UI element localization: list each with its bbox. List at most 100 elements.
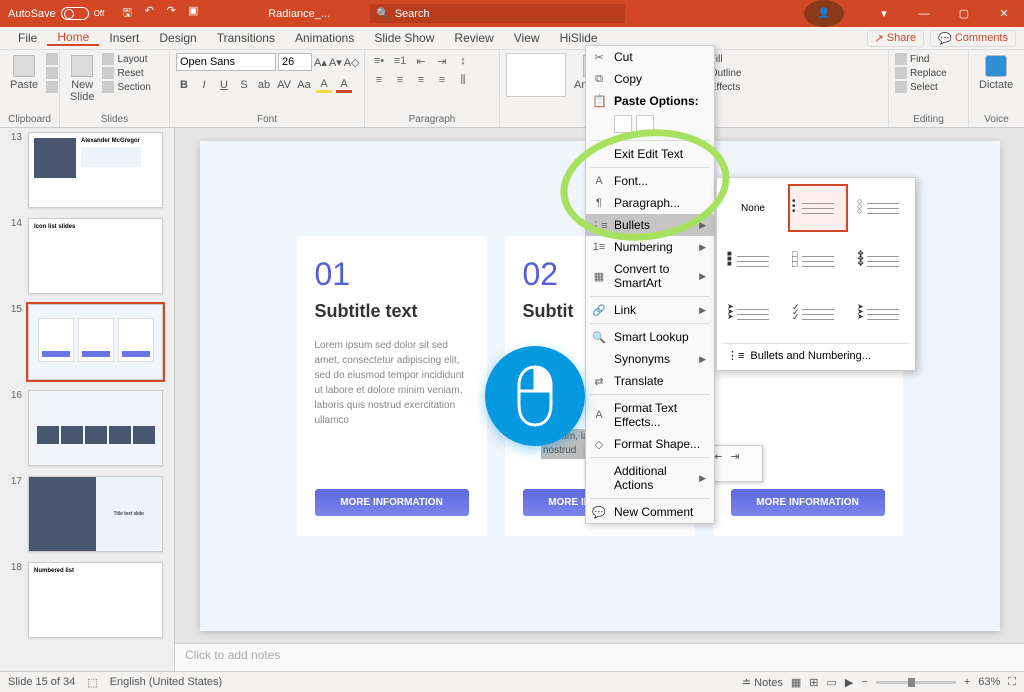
slide-thumb-17[interactable]: Title text slide xyxy=(28,476,163,552)
slide-thumb-16[interactable] xyxy=(28,390,163,466)
bold-button[interactable]: B xyxy=(176,77,192,93)
highlight-button[interactable]: A xyxy=(316,77,332,93)
ribbon-options-icon[interactable]: ▾ xyxy=(864,0,904,27)
font-color-button[interactable]: A xyxy=(336,77,352,93)
bullets-filled-square[interactable] xyxy=(723,237,783,285)
tab-file[interactable]: File xyxy=(8,31,47,45)
tab-insert[interactable]: Insert xyxy=(99,31,149,45)
minimize-button[interactable]: — xyxy=(904,0,944,27)
justify-icon[interactable]: ≡ xyxy=(434,72,450,88)
autosave-toggle[interactable]: AutoSave Off xyxy=(0,7,112,20)
search-box[interactable]: 🔍 Search xyxy=(370,4,625,23)
maximize-button[interactable]: ▢ xyxy=(944,0,984,27)
shadow-button[interactable]: ab xyxy=(256,77,272,93)
slide-thumb-15[interactable] xyxy=(28,304,163,380)
format-painter-icon[interactable] xyxy=(46,81,58,93)
normal-view-icon[interactable]: ▦ xyxy=(791,676,801,689)
notes-toggle[interactable]: ≐ Notes xyxy=(742,676,783,689)
menu-cut[interactable]: ✂Cut xyxy=(586,46,714,68)
tab-hislide[interactable]: HiSlide xyxy=(550,31,608,45)
menu-smart-lookup[interactable]: 🔍Smart Lookup xyxy=(586,326,714,348)
font-name-input[interactable] xyxy=(176,53,276,71)
reset-button[interactable]: Reset xyxy=(102,67,150,79)
user-avatar[interactable]: 👤 xyxy=(804,0,844,27)
font-size-input[interactable] xyxy=(278,53,312,71)
share-button[interactable]: ↗ Share xyxy=(867,30,925,47)
indent-dec-icon[interactable]: ⇤ xyxy=(413,53,429,69)
bullets-hollow-square[interactable] xyxy=(788,237,848,285)
indent-inc-icon[interactable]: ⇥ xyxy=(434,53,450,69)
italic-button[interactable]: I xyxy=(196,77,212,93)
decrease-font-icon[interactable]: A▾ xyxy=(329,56,342,69)
redo-icon[interactable]: ↷ xyxy=(164,4,178,23)
bullets-filled-round[interactable] xyxy=(788,184,848,232)
bullets-icon[interactable]: ≡• xyxy=(371,53,387,69)
copy-icon[interactable] xyxy=(46,67,58,79)
menu-exit-edit[interactable]: Exit Edit Text xyxy=(586,143,714,165)
zoom-in-icon[interactable]: + xyxy=(964,676,970,688)
menu-new-comment[interactable]: 💬New Comment xyxy=(586,501,714,523)
bullets-and-numbering-button[interactable]: ⋮≡Bullets and Numbering... xyxy=(723,343,909,364)
zoom-slider[interactable] xyxy=(876,681,956,684)
paste-keep-source-icon[interactable] xyxy=(614,115,632,133)
replace-button[interactable]: Replace xyxy=(895,67,947,79)
menu-paragraph[interactable]: ¶Paragraph... xyxy=(586,192,714,214)
bullets-arrow[interactable] xyxy=(723,290,783,338)
tab-view[interactable]: View xyxy=(504,31,550,45)
numbering-icon[interactable]: ≡1 xyxy=(392,53,408,69)
tab-transitions[interactable]: Transitions xyxy=(207,31,285,45)
zoom-out-icon[interactable]: − xyxy=(861,676,867,688)
save-icon[interactable]: 🖫 xyxy=(120,4,134,23)
accessibility-icon[interactable]: ⬚ xyxy=(87,676,97,689)
align-left-icon[interactable]: ≡ xyxy=(371,72,387,88)
underline-button[interactable]: U xyxy=(216,77,232,93)
zoom-level[interactable]: 63% xyxy=(978,676,1000,688)
tab-design[interactable]: Design xyxy=(149,31,206,45)
toggle-icon[interactable] xyxy=(61,7,89,20)
bullets-checkmark[interactable] xyxy=(788,290,848,338)
fit-icon[interactable]: ⛶ xyxy=(1008,676,1016,689)
menu-smartart[interactable]: ▦Convert to SmartArt▶ xyxy=(586,258,714,294)
shapes-gallery[interactable] xyxy=(506,53,566,97)
slideshow-view-icon[interactable]: ▶ xyxy=(845,676,853,689)
slide-thumb-14[interactable]: Icon list slides xyxy=(28,218,163,294)
select-button[interactable]: Select xyxy=(895,81,947,93)
mini-indent-inc-icon[interactable]: ⇥ xyxy=(728,450,742,463)
bullets-star[interactable] xyxy=(853,237,913,285)
menu-link[interactable]: 🔗Link▶ xyxy=(586,299,714,321)
clear-format-icon[interactable]: A◇ xyxy=(344,56,360,69)
menu-format-shape[interactable]: ◇Format Shape... xyxy=(586,433,714,455)
align-center-icon[interactable]: ≡ xyxy=(392,72,408,88)
case-button[interactable]: Aa xyxy=(296,77,312,93)
slideshow-icon[interactable]: ▣ xyxy=(186,4,200,23)
card-button[interactable]: MORE INFORMATION xyxy=(315,489,469,516)
comments-button[interactable]: 💬 Comments xyxy=(930,30,1016,47)
menu-translate[interactable]: ⇄Translate xyxy=(586,370,714,392)
menu-additional[interactable]: Additional Actions▶ xyxy=(586,460,714,496)
new-slide-button[interactable]: New Slide xyxy=(66,53,98,105)
tab-home[interactable]: Home xyxy=(47,30,99,46)
close-button[interactable]: ✕ xyxy=(984,0,1024,27)
menu-numbering[interactable]: 1≡Numbering▶ xyxy=(586,236,714,258)
undo-icon[interactable]: ↶ xyxy=(142,4,156,23)
bullets-hollow-round[interactable] xyxy=(853,184,913,232)
paste-picture-icon[interactable] xyxy=(636,115,654,133)
language-indicator[interactable]: English (United States) xyxy=(110,676,223,688)
cut-icon[interactable] xyxy=(46,53,58,65)
line-spacing-icon[interactable]: ↕ xyxy=(455,53,471,69)
paste-button[interactable]: Paste xyxy=(6,53,42,93)
tab-slideshow[interactable]: Slide Show xyxy=(364,31,444,45)
section-button[interactable]: Section xyxy=(102,81,150,93)
slide-thumb-13[interactable]: Alexander McGregor xyxy=(28,132,163,208)
menu-copy[interactable]: ⧉Copy xyxy=(586,68,714,90)
menu-font[interactable]: AFont... xyxy=(586,170,714,192)
bullets-none[interactable]: None xyxy=(723,184,783,232)
increase-font-icon[interactable]: A▴ xyxy=(314,56,327,69)
thumbnail-panel[interactable]: 13 Alexander McGregor 14 Icon list slide… xyxy=(0,128,175,671)
layout-button[interactable]: Layout xyxy=(102,53,150,65)
align-right-icon[interactable]: ≡ xyxy=(413,72,429,88)
notes-pane[interactable]: Click to add notes xyxy=(175,643,1024,671)
columns-icon[interactable]: ⫼ xyxy=(455,72,471,88)
tab-review[interactable]: Review xyxy=(444,31,503,45)
spacing-button[interactable]: AV xyxy=(276,77,292,93)
